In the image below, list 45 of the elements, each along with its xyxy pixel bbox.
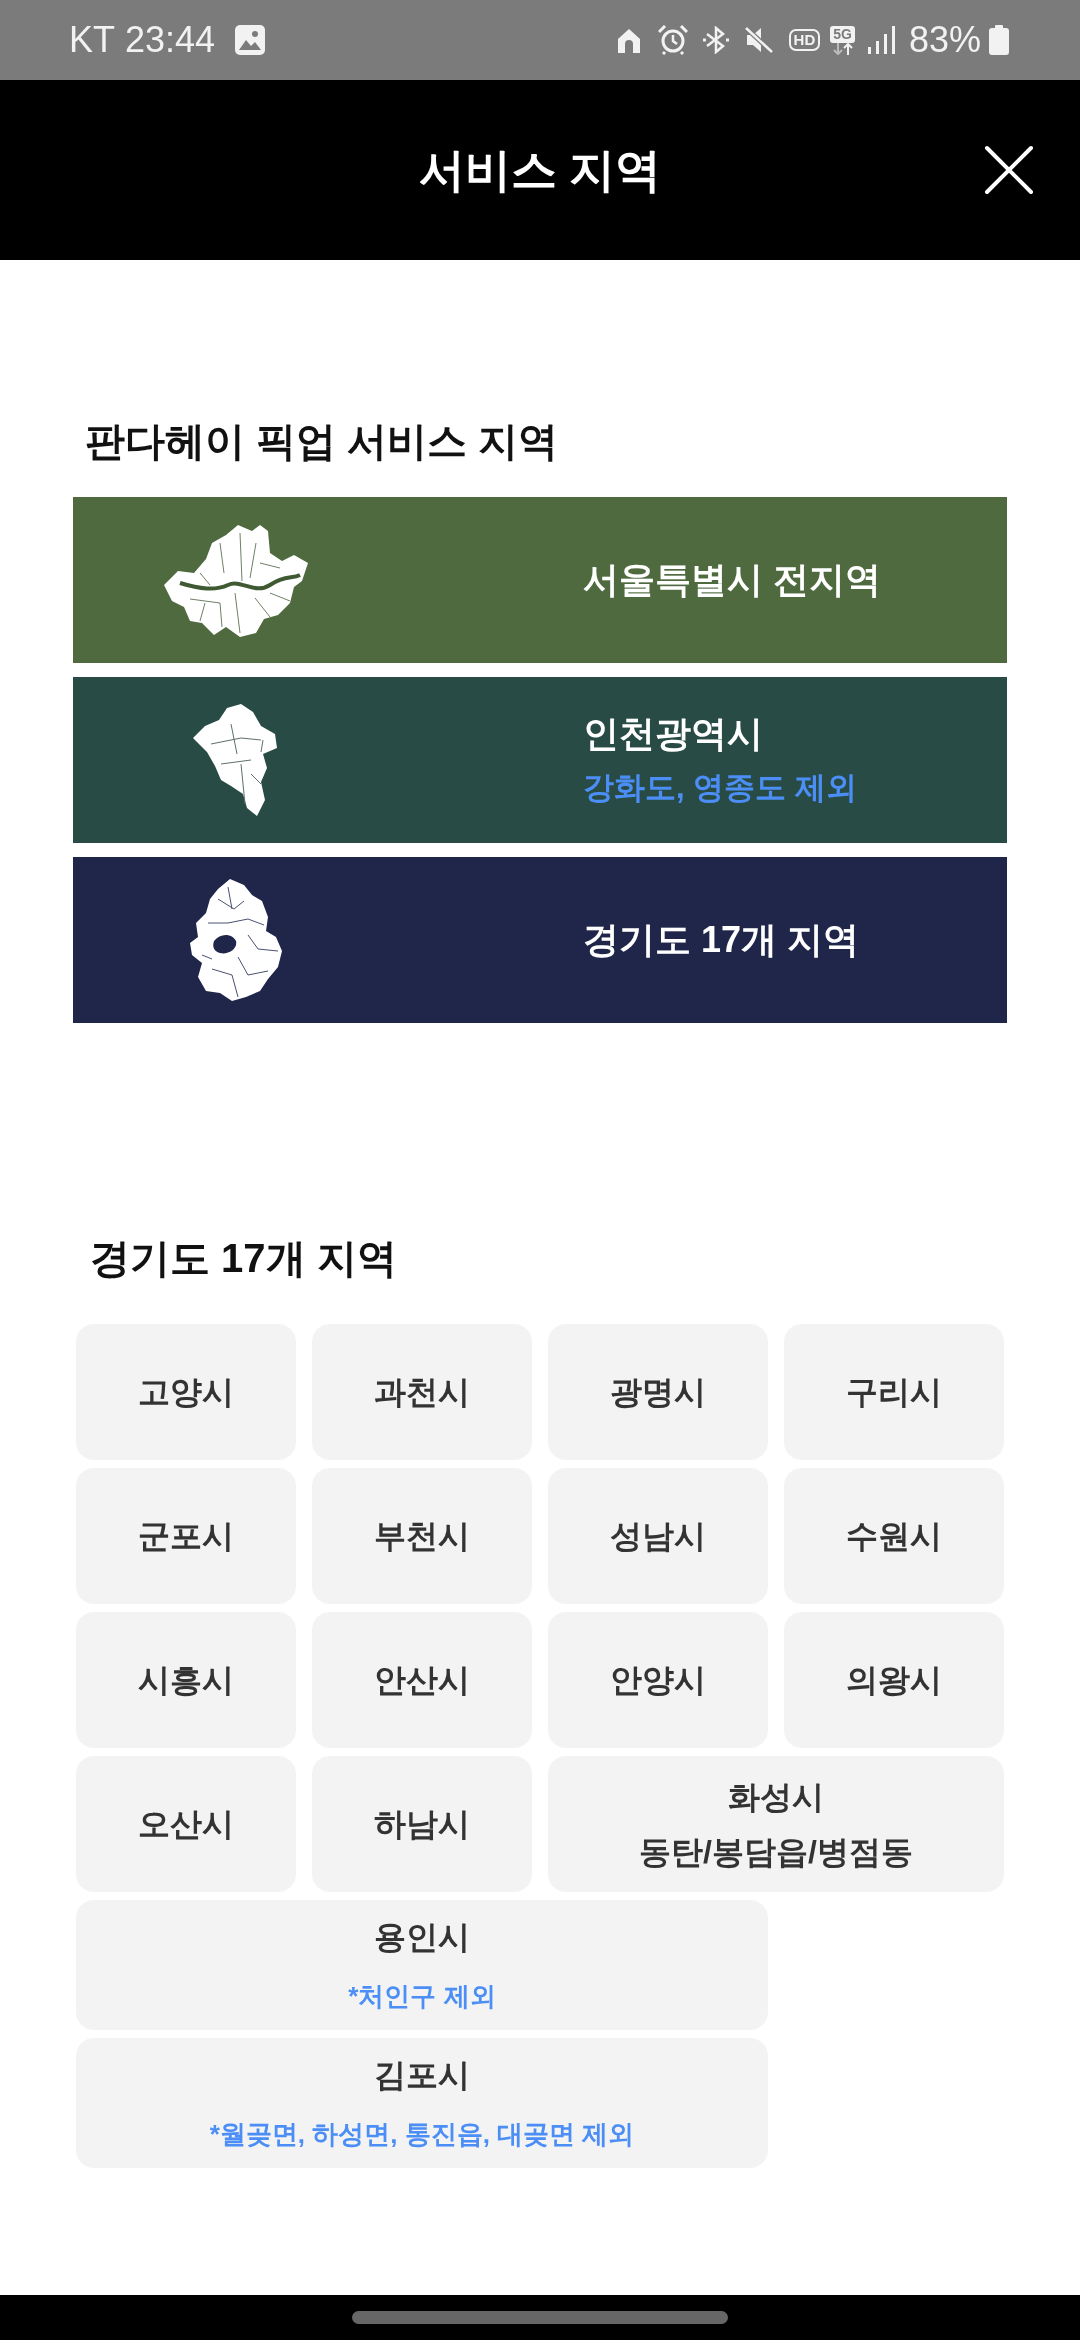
city-name: 오산시 [138, 1805, 234, 1844]
exclusion-note: *처인구 제외 [348, 1980, 496, 2013]
district-map-icon [191, 704, 279, 816]
close-button[interactable] [982, 143, 1036, 197]
network-type-indicator: 5G [830, 25, 855, 43]
service-area-text: 동탄/봉담읍/병점동 [639, 1832, 913, 1872]
city-name: 군포시 [138, 1517, 234, 1556]
city-name: 안산시 [374, 1661, 470, 1700]
mute-icon [743, 26, 774, 54]
district-map-icon [188, 879, 282, 1001]
hd-voice-indicator: HD [788, 29, 821, 51]
close-icon [984, 145, 1034, 195]
home-icon [615, 27, 642, 53]
city-name: 김포시 [374, 2056, 470, 2095]
image-icon [235, 25, 266, 55]
exclusion-note: 강화도, 영종도 제외 [583, 769, 857, 807]
city-name: 하남시 [374, 1805, 470, 1844]
city-name: 부천시 [374, 1517, 470, 1556]
region-name: 서울특별시 전지역 [583, 558, 881, 602]
city-name: 시흥시 [138, 1661, 234, 1700]
city-name: 화성시 [728, 1777, 824, 1817]
city-name: 안양시 [610, 1661, 706, 1700]
region-name: 경기도 17개 지역 [583, 918, 860, 962]
battery-icon [989, 25, 1009, 55]
region-name: 인천광역시 [583, 712, 764, 756]
bluetooth-icon [701, 26, 730, 54]
city-name: 성남시 [610, 1517, 706, 1556]
city-name: 광명시 [610, 1373, 706, 1412]
city-name: 구리시 [846, 1373, 942, 1412]
city-name: 고양시 [138, 1373, 234, 1412]
district-map-icon [162, 523, 308, 637]
section-title: 경기도 17개 지역 [89, 1235, 398, 1282]
city-name: 용인시 [374, 1918, 470, 1957]
clock-time: 23:44 [125, 18, 216, 62]
city-name: 과천시 [374, 1373, 470, 1412]
data-arrows-icon [830, 42, 855, 55]
exclusion-note: *월곶면, 하성면, 통진읍, 대곶면 제외 [209, 2118, 635, 2151]
city-name: 의왕시 [846, 1661, 942, 1700]
city-name: 수원시 [846, 1517, 942, 1556]
page-title: 서비스 지역 [418, 143, 662, 198]
signal-icon [866, 26, 895, 54]
carrier-name: KT [69, 18, 115, 62]
section-title: 판다헤이 픽업 서비스 지역 [84, 418, 560, 465]
battery-level: 83% [908, 18, 981, 62]
alarm-clock-icon [657, 25, 688, 55]
